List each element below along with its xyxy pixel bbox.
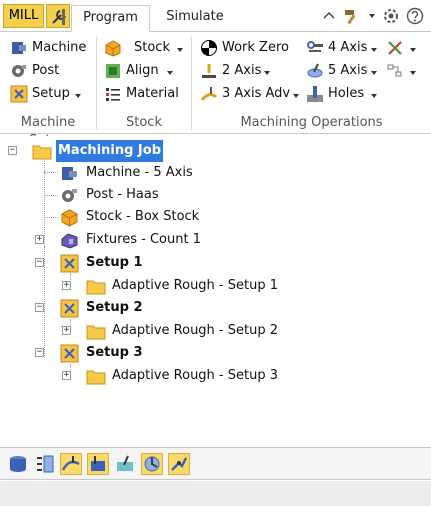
three-axis-adv-button[interactable]: 3 Axis Adv <box>200 83 300 105</box>
tree-connector <box>44 217 58 218</box>
gear-icon[interactable] <box>382 7 400 25</box>
tools-button[interactable] <box>386 37 422 59</box>
expand-fixtures-toggle[interactable]: + <box>35 235 44 244</box>
setup-icon <box>60 299 79 318</box>
stock-view-icon[interactable] <box>114 453 136 475</box>
expand-adaptive-rough-3-toggle[interactable]: + <box>62 371 71 380</box>
four-axis-button[interactable]: 4 Axis <box>306 37 378 59</box>
part-view-icon[interactable] <box>87 453 109 475</box>
collapse-setup-2-toggle[interactable]: − <box>35 303 44 312</box>
align-button[interactable]: Align <box>104 60 189 82</box>
work-zero-icon <box>200 39 218 57</box>
folder-icon <box>86 277 106 296</box>
four-axis-icon <box>306 39 324 57</box>
setup-icon <box>60 344 79 363</box>
post-icon <box>60 186 79 205</box>
setup-dropdown-arrow-icon[interactable] <box>75 94 81 98</box>
five-axis-dropdown-arrow-icon[interactable] <box>371 71 377 75</box>
toolpath-view-icon[interactable] <box>60 453 82 475</box>
tab-simulate[interactable]: Simulate <box>156 5 234 32</box>
expand-adaptive-rough-2-toggle[interactable]: + <box>62 326 71 335</box>
group-label-machining-operations: Machining Operations <box>240 115 383 130</box>
machine-icon <box>60 164 79 183</box>
tab-bar: MILL Program Simulate <box>0 0 431 32</box>
tools-dropdown-arrow-icon[interactable] <box>410 48 416 52</box>
holes-icon <box>306 85 324 103</box>
collapse-setup-1-toggle[interactable]: − <box>35 258 44 267</box>
collapse-root-toggle[interactable]: − <box>8 146 17 155</box>
tree-connector <box>44 195 58 196</box>
hammer-dropdown-arrow-icon[interactable] <box>369 14 375 18</box>
hammer-icon[interactable] <box>343 7 361 25</box>
five-axis-button[interactable]: 5 Axis <box>306 60 378 82</box>
three-axis-adv-dropdown-arrow-icon[interactable] <box>293 94 299 98</box>
material-button[interactable]: Material <box>104 83 189 105</box>
tree-connector <box>44 161 45 246</box>
pattern-dropdown-arrow-icon[interactable] <box>410 71 416 75</box>
database-icon[interactable] <box>7 453 29 475</box>
four-axis-dropdown-arrow-icon[interactable] <box>371 48 377 52</box>
holes-dropdown-arrow-icon[interactable] <box>371 94 377 98</box>
tree-connector <box>44 246 45 358</box>
tab-program[interactable]: Program <box>71 5 150 32</box>
operation-list-icon[interactable] <box>34 453 56 475</box>
pattern-icon <box>386 62 404 80</box>
cut-sim-icon[interactable] <box>168 453 190 475</box>
bottom-toolbar <box>0 448 431 480</box>
collapse-setup-3-toggle[interactable]: − <box>35 348 44 357</box>
fixtures-icon <box>60 231 79 250</box>
folder-icon <box>86 367 106 386</box>
post-icon <box>10 62 28 80</box>
setup-icon <box>60 254 79 273</box>
machine-icon <box>10 39 28 57</box>
ribbon: Machine Post Setup Machine Setup Stock A… <box>0 32 431 148</box>
wrench-icon[interactable] <box>46 4 70 28</box>
tree-connector <box>44 172 58 173</box>
group-label-stock: Stock <box>126 115 162 130</box>
machine-button[interactable]: Machine <box>10 37 95 59</box>
tools-icon <box>386 39 404 57</box>
two-axis-dropdown-arrow-icon[interactable] <box>264 71 270 75</box>
collapse-ribbon-icon[interactable] <box>320 7 338 25</box>
work-zero-button[interactable]: Work Zero <box>200 37 292 59</box>
holes-button[interactable]: Holes <box>306 83 378 105</box>
group-label-machine-setup: Machine Setup <box>20 115 76 148</box>
three-axis-adv-icon <box>200 85 218 103</box>
expand-adaptive-rough-1-toggle[interactable]: + <box>62 281 71 290</box>
material-icon <box>104 85 122 103</box>
status-bar <box>0 481 431 506</box>
stock-icon <box>104 39 122 57</box>
align-icon <box>104 62 122 80</box>
two-axis-icon <box>200 62 218 80</box>
two-axis-button[interactable]: 2 Axis <box>200 60 272 82</box>
stock-icon <box>60 208 79 227</box>
mill-badge[interactable]: MILL <box>3 4 44 28</box>
pattern-button[interactable] <box>386 60 422 82</box>
five-axis-icon <box>306 62 324 80</box>
setup-button[interactable]: Setup <box>10 83 95 105</box>
setup-icon <box>10 85 28 103</box>
help-icon[interactable] <box>406 7 424 25</box>
machining-job-tree: − Machining Job Machine - 5 Axis Post - … <box>0 136 431 448</box>
app-window: MILL Program Simulate Machine Post Setup… <box>0 0 431 506</box>
align-dropdown-arrow-icon[interactable] <box>167 71 173 75</box>
folder-icon <box>32 142 52 161</box>
stock-dropdown-arrow-icon[interactable] <box>177 48 183 52</box>
folder-icon <box>86 322 106 341</box>
machine-sim-icon[interactable] <box>141 453 163 475</box>
post-button[interactable]: Post <box>10 60 95 82</box>
